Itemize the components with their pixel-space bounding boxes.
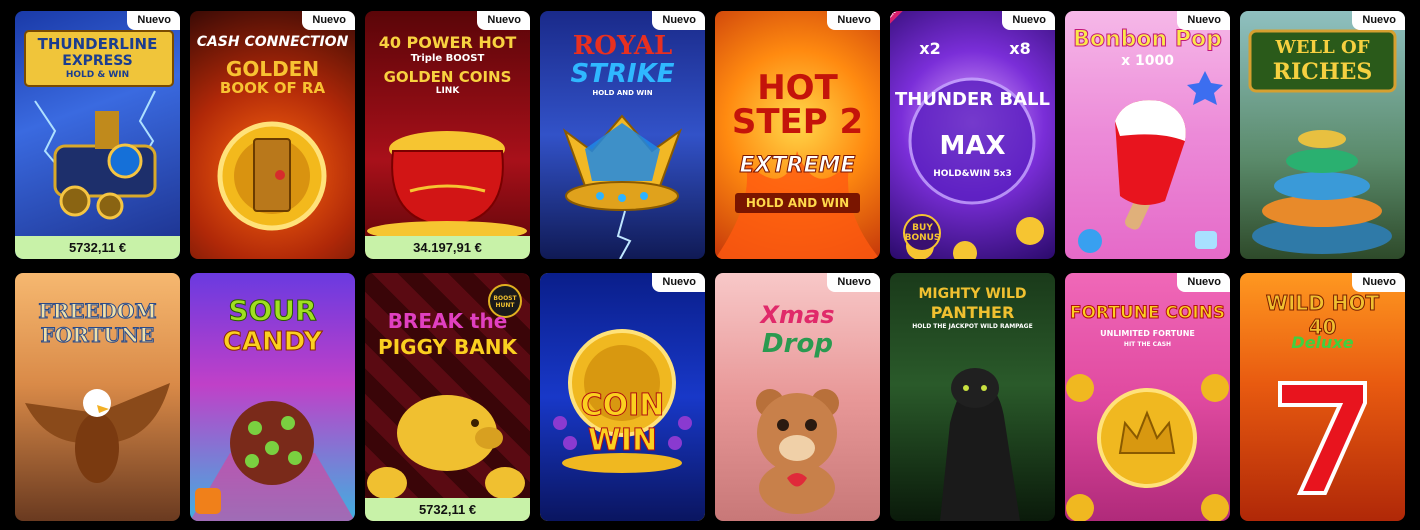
game-extra: LINK [435, 86, 460, 96]
multiplier-label: x2 [919, 39, 941, 58]
game-card-fortune-coins[interactable]: FORTUNE COINS UNLIMITED FORTUNE HIT THE … [1065, 273, 1230, 521]
multiplier-label: x8 [1009, 39, 1031, 58]
game-tagline: HIT THE CASH [1123, 341, 1172, 348]
game-card-piggy[interactable]: BOOST HUNT BREAK the PIGGY BANK 5732,11 … [365, 273, 530, 521]
game-tagline: HOLD THE JACKPOT WILD RAMPAGE [912, 323, 1033, 330]
game-card-wild-hot[interactable]: WILD HOT 40 Deluxe Nuevo [1240, 273, 1405, 521]
game-subtitle: PANTHER [930, 303, 1015, 322]
new-badge: Nuevo [827, 273, 880, 292]
game-title: SOUR [228, 294, 317, 327]
game-subtitle: GOLDEN [225, 57, 320, 81]
game-card-hot-step[interactable]: HOT STEP 2 EXTREME HOLD AND WIN Nuevo [715, 11, 880, 259]
game-subtitle: x 1000 [1121, 53, 1174, 69]
game-title: FREEDOM [38, 299, 157, 323]
game-title: ROYAL [572, 31, 673, 61]
game-tagline: HOLD AND WIN [745, 196, 850, 210]
game-card-well-riches[interactable]: WELL OF RICHES Nuevo [1240, 11, 1405, 259]
game-card-xmas-drop[interactable]: Xmas Drop Nuevo [715, 273, 880, 521]
game-title: Xmas [760, 301, 835, 329]
game-subtitle: Triple BOOST [410, 53, 485, 64]
new-badge: Nuevo [652, 273, 705, 292]
game-title: FORTUNE COINS [1069, 303, 1226, 323]
game-card-coin-win[interactable]: COIN WIN Nuevo [540, 273, 705, 521]
game-tagline: Deluxe [1291, 333, 1354, 352]
new-badge: Nuevo [652, 11, 705, 30]
game-card-bonbon[interactable]: Bonbon Pop x 1000 Nuevo [1065, 11, 1230, 259]
new-badge: Nuevo [1002, 11, 1055, 30]
game-title: Bonbon Pop [1073, 27, 1223, 52]
game-card-golden-book[interactable]: CASH CONNECTION GOLDEN BOOK OF RA Nuevo [190, 11, 355, 259]
game-title: WILD HOT [1265, 291, 1380, 315]
jackpot-amount: 5732,11 € [15, 236, 180, 259]
game-subtitle: EXPRESS [62, 53, 133, 69]
game-title: COIN [580, 388, 665, 423]
boost-hunt-label: BOOST HUNT [493, 295, 517, 309]
game-card-mighty-wild[interactable]: MIGHTY WILD PANTHER HOLD THE JACKPOT WIL… [890, 273, 1055, 521]
game-tagline: BOOK OF RA [219, 79, 326, 97]
game-tagline: HOLD & WIN [65, 70, 130, 80]
game-title: WELL OF [1275, 37, 1370, 58]
game-subtitle: FORTUNE [40, 323, 155, 348]
game-title: MIGHTY WILD [918, 286, 1027, 302]
game-title: THUNDERLINE [37, 35, 158, 53]
new-badge: Nuevo [127, 11, 180, 30]
jackpot-amount: 5732,11 € [365, 498, 530, 521]
game-subtitle: PIGGY BANK [378, 335, 517, 359]
game-tagline: HOLD&WIN 5x3 [933, 169, 1012, 179]
buy-bonus-label: BUY BONUS [904, 223, 941, 243]
new-badge: Nuevo [827, 11, 880, 30]
games-grid: THUNDERLINE EXPRESS HOLD & WIN Nuevo 573… [15, 11, 1405, 521]
game-tagline: HOLD AND WIN [592, 89, 653, 97]
game-tagline: GOLDEN COINS [383, 68, 512, 86]
game-title: BREAK the [387, 309, 508, 333]
jackpot-amount: 34.197,91 € [365, 236, 530, 259]
game-subtitle: WIN [587, 423, 658, 459]
new-badge: Nuevo [1352, 11, 1405, 30]
game-card-thunderline[interactable]: THUNDERLINE EXPRESS HOLD & WIN Nuevo 573… [15, 11, 180, 259]
new-badge: Nuevo [1177, 11, 1230, 30]
game-card-sour-candy[interactable]: SOUR CANDY [190, 273, 355, 521]
new-badge: Nuevo [477, 11, 530, 30]
game-card-freedom[interactable]: FREEDOM FORTUNE [15, 273, 180, 521]
new-badge: Nuevo [1177, 273, 1230, 292]
game-title: THUNDER BALL [895, 89, 1050, 110]
new-badge: Nuevo [302, 11, 355, 30]
game-card-royal-strike[interactable]: ROYAL STRIKE HOLD AND WIN Nuevo [540, 11, 705, 259]
game-subtitle: UNLIMITED FORTUNE [1100, 329, 1195, 338]
game-subtitle: MAX [939, 131, 1006, 161]
game-title: HOT STEP 2 [731, 68, 864, 142]
game-card-power-hot[interactable]: 40 POWER HOT Triple BOOST GOLDEN COINS L… [365, 11, 530, 259]
game-title: 40 POWER HOT [378, 33, 517, 52]
game-subtitle: CANDY [222, 327, 323, 358]
game-subtitle: EXTREME [739, 153, 856, 179]
new-badge: Nuevo [1352, 273, 1405, 292]
game-card-thunder-ball[interactable]: EXCLUSIVE x2 x8 THUNDER BALL MAX HOLD&WI… [890, 11, 1055, 259]
game-subtitle: STRIKE [570, 59, 675, 89]
game-subtitle: Drop [762, 329, 833, 359]
game-subtitle: RICHES [1272, 59, 1373, 85]
game-title: CASH CONNECTION [196, 34, 349, 50]
